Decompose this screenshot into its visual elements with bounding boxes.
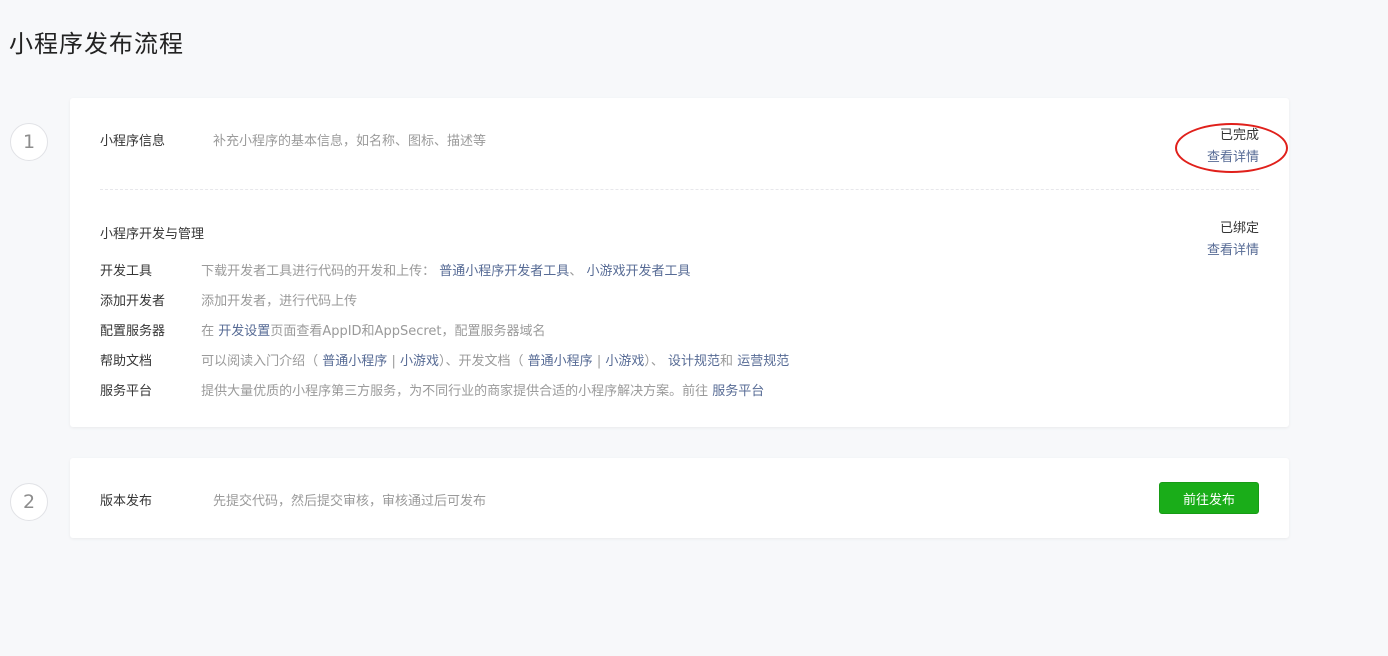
step-1-card: 小程序信息 补充小程序的基本信息，如名称、图标、描述等 已完成 查看详情 小程序…	[70, 98, 1289, 427]
add-developer-row: 添加开发者 添加开发者，进行代码上传	[100, 292, 357, 312]
mini-game-devtools-link[interactable]: 小游戏开发者工具	[586, 264, 690, 279]
help-docs-key: 帮助文档	[100, 354, 153, 369]
divider	[100, 189, 1259, 190]
mini-program-devtools-link[interactable]: 普通小程序开发者工具	[439, 264, 569, 279]
help-docs-bar-2: |	[596, 354, 602, 369]
step-2-card: 版本发布 先提交代码，然后提交审核，审核通过后可发布 前往发布	[70, 458, 1289, 538]
service-platform-link[interactable]: 服务平台	[712, 384, 764, 399]
help-docs-text-1: 可以阅读入门介绍（	[201, 354, 319, 369]
mini-program-info-label: 小程序信息	[100, 134, 166, 149]
info-status: 已完成	[1219, 128, 1259, 143]
add-developer-text: 添加开发者，进行代码上传	[201, 294, 358, 309]
dev-view-details-link[interactable]: 查看详情	[1207, 239, 1259, 258]
server-config-key: 配置服务器	[100, 324, 166, 339]
server-config-pre: 在	[201, 324, 215, 339]
step-number-2: 2	[10, 483, 48, 521]
help-docs-bar-1: |	[391, 354, 396, 369]
dev-status: 已绑定	[1219, 221, 1259, 236]
intro-mini-program-link[interactable]: 普通小程序	[322, 354, 387, 369]
intro-mini-game-link[interactable]: 小游戏	[400, 354, 439, 369]
service-platform-row: 服务平台 提供大量优质的小程序第三方服务，为不同行业的商家提供合适的小程序解决方…	[100, 382, 764, 402]
help-docs-row: 帮助文档 可以阅读入门介绍（ 普通小程序 | 小游戏）、开发文档（ 普通小程序 …	[100, 352, 789, 372]
design-guidelines-link[interactable]: 设计规范	[668, 354, 720, 369]
dev-tools-text: 下载开发者工具进行代码的开发和上传：	[201, 264, 436, 279]
go-publish-button[interactable]: 前往发布	[1159, 482, 1259, 514]
dev-tools-row: 开发工具 下载开发者工具进行代码的开发和上传： 普通小程序开发者工具、 小游戏开…	[100, 262, 690, 282]
version-release-desc: 先提交代码，然后提交审核，审核通过后可发布	[213, 494, 487, 509]
service-platform-key: 服务平台	[100, 384, 153, 399]
add-developer-key: 添加开发者	[100, 294, 166, 309]
help-docs-text-2: ）、开发文档（	[439, 354, 524, 369]
help-docs-text-4: 和	[720, 354, 734, 369]
dev-settings-link[interactable]: 开发设置	[218, 324, 270, 339]
server-config-post: 页面查看AppID和AppSecret，配置服务器域名	[270, 324, 546, 339]
dev-tools-separator: 、	[569, 264, 583, 279]
dev-tools-key: 开发工具	[100, 264, 153, 279]
operation-guidelines-link[interactable]: 运营规范	[737, 354, 789, 369]
service-platform-text: 提供大量优质的小程序第三方服务，为不同行业的商家提供合适的小程序解决方案。前往	[201, 384, 709, 399]
dev-management-label: 小程序开发与管理	[100, 227, 205, 242]
devdocs-mini-game-link[interactable]: 小游戏	[605, 354, 644, 369]
server-config-row: 配置服务器 在 开发设置页面查看AppID和AppSecret，配置服务器域名	[100, 322, 546, 342]
version-release-label: 版本发布	[100, 494, 153, 509]
mini-program-info-desc: 补充小程序的基本信息，如名称、图标、描述等	[213, 134, 487, 149]
page-title: 小程序发布流程	[9, 30, 184, 58]
help-docs-text-3: ）、	[644, 354, 664, 369]
step-number-1: 1	[10, 123, 48, 161]
devdocs-mini-program-link[interactable]: 普通小程序	[528, 354, 593, 369]
info-view-details-link[interactable]: 查看详情	[1207, 146, 1259, 165]
